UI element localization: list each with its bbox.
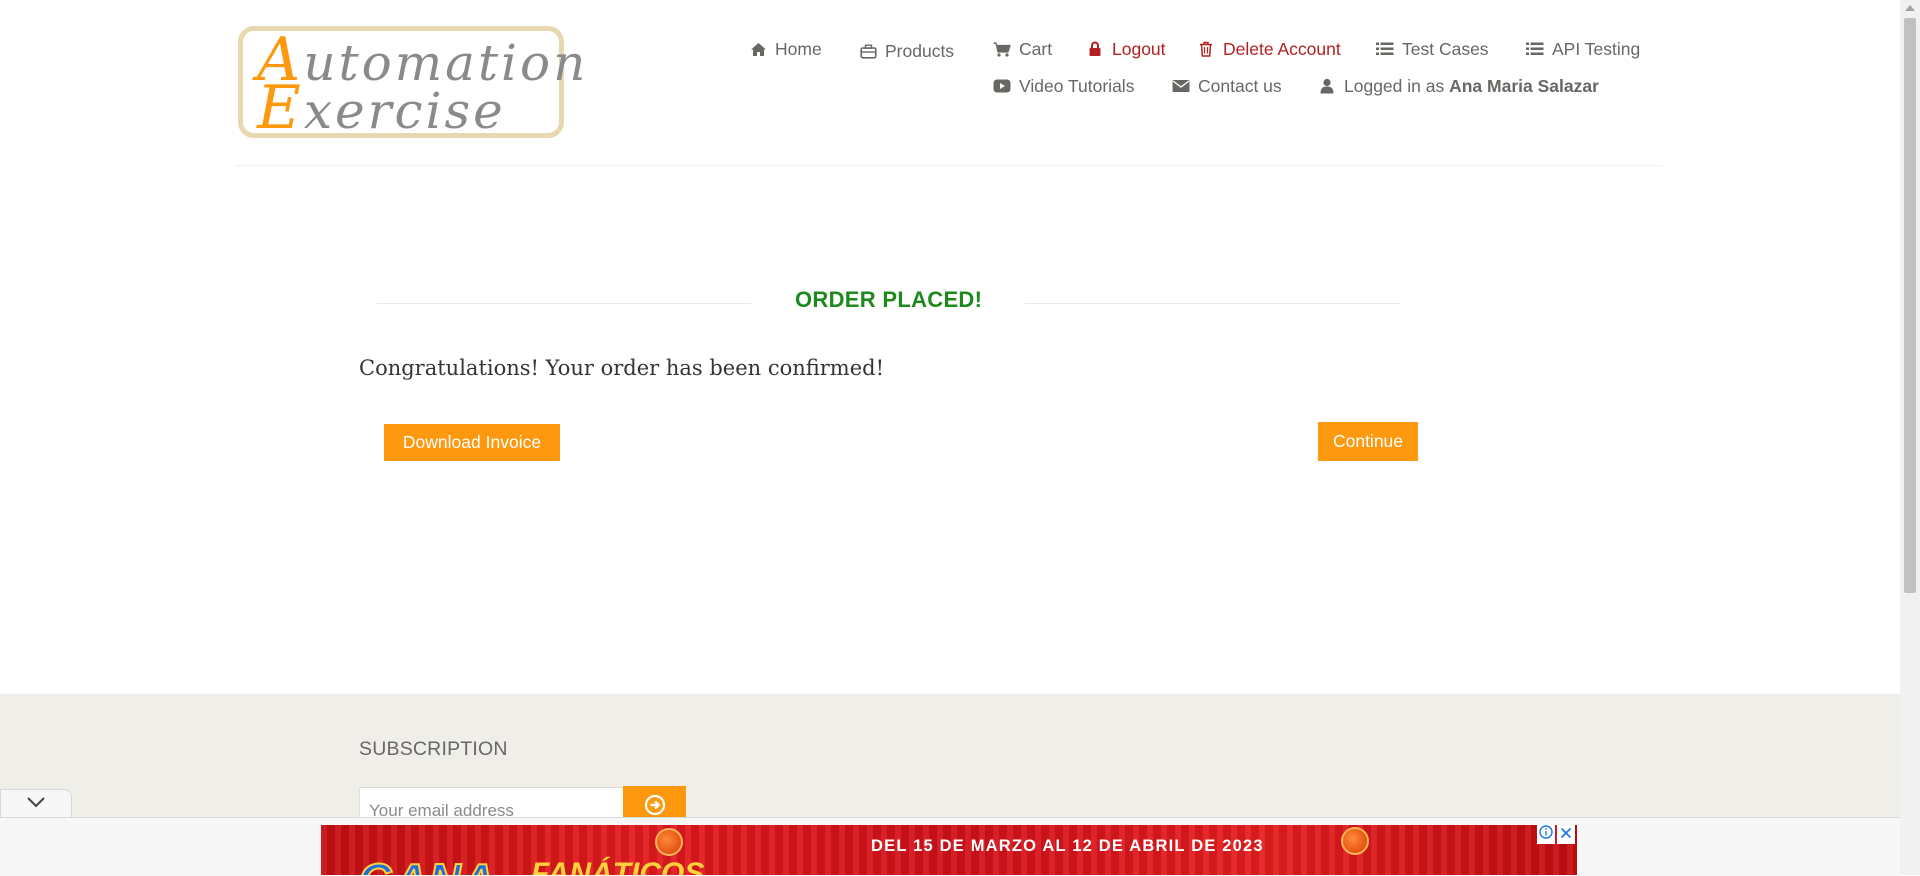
nav-contact-us[interactable]: Contact us [1172,74,1282,98]
ad-coin-graphic [655,828,683,856]
heading-rule-left [377,303,751,304]
ad-close-button[interactable] [1557,825,1575,844]
logged-in-text: Logged in as Ana Maria Salazar [1344,76,1599,97]
nav-home-label: Home [775,38,822,59]
scrollbar-thumb[interactable] [1904,18,1916,593]
home-icon [749,40,767,58]
nav-cart-label: Cart [1019,38,1053,59]
nav-api-testing[interactable]: API Testing [1526,37,1640,61]
youtube-icon [993,77,1011,95]
trash-icon [1197,40,1215,58]
nav-delete-account[interactable]: Delete Account [1197,37,1341,61]
heading-rule-right [1025,303,1401,304]
order-placed-heading-row: ORDER PLACED! [377,285,1401,319]
cart-icon [993,40,1011,58]
chevron-down-icon [26,795,46,813]
nav-api-testing-label: API Testing [1552,38,1641,59]
info-icon [1539,825,1553,844]
nav-products-label: Products [885,40,955,61]
nav-cart[interactable]: Cart [993,37,1052,61]
main-nav: Home Products Cart Logout Delete Account… [0,0,1920,120]
order-placed-title: ORDER PLACED! [795,287,983,312]
ad-coin-graphic [1341,827,1369,855]
envelope-icon [1172,77,1190,95]
nav-products[interactable]: Products [859,39,954,63]
briefcase-icon [859,42,877,60]
nav-logged-in: Logged in as Ana Maria Salazar [1318,74,1599,98]
ad-brand-text-2: FANÁTICOS [531,857,705,875]
ad-headline: DEL 15 DE MARZO AL 12 DE ABRIL DE 2023 [871,837,1264,855]
continue-button[interactable]: Continue [1318,422,1418,461]
nav-delete-account-label: Delete Account [1223,38,1341,59]
nav-video-tutorials-label: Video Tutorials [1019,75,1135,96]
nav-logout[interactable]: Logout [1086,37,1166,61]
order-confirmation-message: Congratulations! Your order has been con… [359,356,885,380]
ad-info-button[interactable] [1537,825,1555,844]
nav-home[interactable]: Home [749,37,822,61]
close-icon [1560,826,1572,844]
nav-test-cases-label: Test Cases [1402,38,1489,59]
nav-contact-us-label: Contact us [1198,75,1282,96]
nav-video-tutorials[interactable]: Video Tutorials [993,74,1134,98]
ad-banner[interactable]: DEL 15 DE MARZO AL 12 DE ABRIL DE 2023 G… [321,825,1577,875]
nav-logout-label: Logout [1112,38,1166,59]
header-divider [235,165,1662,166]
page-scrollbar[interactable] [1900,0,1920,875]
nav-test-cases[interactable]: Test Cases [1376,37,1489,61]
scroll-up-arrow[interactable] [1905,5,1915,11]
ad-controls [1537,825,1577,844]
logged-in-prefix: Logged in as [1344,75,1445,96]
ad-brand-text: GANA [358,854,497,875]
logged-in-username: Ana Maria Salazar [1449,75,1599,96]
list-icon [1526,40,1544,58]
ad-collapse-toggle[interactable] [0,789,72,818]
lock-icon [1086,40,1104,58]
list-icon [1376,40,1394,58]
user-icon [1318,77,1336,95]
download-invoice-button[interactable]: Download Invoice [384,424,560,461]
subscription-title: SUBSCRIPTION [359,738,508,760]
